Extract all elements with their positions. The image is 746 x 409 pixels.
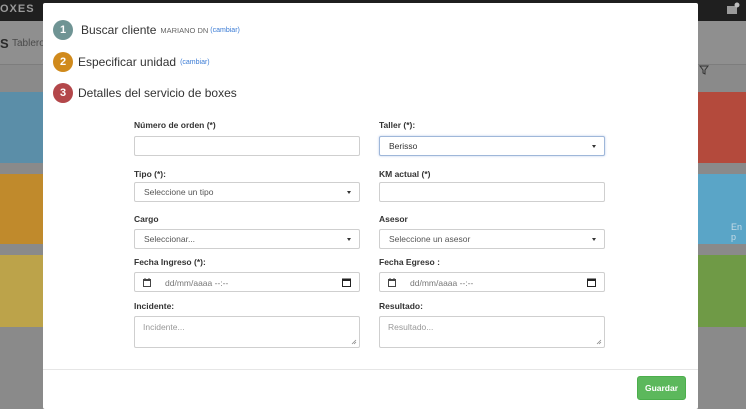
chevron-down-icon (347, 191, 351, 194)
background-tile-text: En p (731, 222, 743, 242)
orden-label: Número de orden (*) (134, 120, 216, 130)
background-tab-tablero[interactable]: Tablero (12, 38, 45, 49)
step-2-badge: 2 (53, 52, 73, 72)
step-3-title: Detalles del servicio de boxes (78, 86, 237, 100)
km-label: KM actual (*) (379, 169, 431, 179)
step-especificar-unidad: 2 Especificar unidad (cambiar) (53, 52, 210, 72)
asesor-select[interactable]: Seleccione un asesor (379, 229, 605, 249)
tipo-select-value: Seleccione un tipo (144, 187, 214, 197)
brand-logo-text: OXES (0, 3, 35, 15)
step-1-change-link[interactable]: (cambiar) (210, 27, 240, 34)
step-1-title: Buscar cliente (81, 23, 157, 37)
modal-footer-divider (43, 369, 698, 370)
step-detalles-servicio: 3 Detalles del servicio de boxes (53, 83, 237, 103)
calendar-icon (388, 278, 396, 287)
chevron-down-icon (347, 238, 351, 241)
incidente-placeholder: Incidente... (143, 322, 185, 332)
step-2-change-link[interactable]: (cambiar) (180, 59, 210, 66)
km-input[interactable] (379, 182, 605, 202)
incidente-textarea[interactable]: Incidente... (134, 316, 360, 348)
step-3-badge: 3 (53, 83, 73, 103)
resultado-textarea[interactable]: Resultado... (379, 316, 605, 348)
step-1-client-name: MARIANO DN (160, 25, 209, 35)
asesor-select-value: Seleccione un asesor (389, 234, 471, 244)
step-buscar-cliente: 1 Buscar cliente MARIANO DN (cambiar) (53, 20, 240, 40)
background-tile-blue (0, 92, 43, 163)
resize-grip-icon[interactable] (351, 339, 357, 345)
taller-select[interactable]: Berisso (379, 136, 605, 156)
cargo-select-value: Seleccionar... (144, 234, 196, 244)
background-tile-yellow (0, 255, 43, 327)
orden-input[interactable] (134, 136, 360, 156)
fecha-egreso-input[interactable]: dd/mm/aaaa --:-- (379, 272, 605, 292)
chevron-down-icon (592, 238, 596, 241)
tipo-label: Tipo (*): (134, 169, 166, 179)
taller-select-value: Berisso (389, 141, 418, 151)
tipo-select[interactable]: Seleccione un tipo (134, 182, 360, 202)
fecha-egreso-placeholder: dd/mm/aaaa --:-- (410, 278, 474, 288)
date-picker-icon[interactable] (587, 278, 596, 287)
resultado-placeholder: Resultado... (388, 322, 434, 332)
date-picker-icon[interactable] (342, 278, 351, 287)
background-tile-red (698, 92, 746, 163)
user-edit-icon[interactable] (726, 2, 740, 16)
fecha-egreso-label: Fecha Egreso : (379, 257, 440, 267)
background-tile-orange (0, 174, 43, 244)
resultado-label: Resultado: (379, 301, 423, 311)
filter-icon[interactable] (699, 65, 709, 75)
save-button[interactable]: Guardar (637, 376, 686, 400)
incidente-label: Incidente: (134, 301, 175, 311)
fecha-ingreso-label: Fecha Ingreso (*): (134, 257, 206, 267)
cargo-label: Cargo (134, 214, 159, 224)
step-1-badge: 1 (53, 20, 73, 40)
service-modal: 1 Buscar cliente MARIANO DN (cambiar) 2 … (43, 3, 698, 409)
fecha-ingreso-placeholder: dd/mm/aaaa --:-- (165, 278, 229, 288)
calendar-icon (143, 278, 151, 287)
background-tab-letter: S (0, 36, 9, 51)
background-tile-green (698, 255, 746, 327)
taller-label: Taller (*): (379, 120, 416, 130)
asesor-label: Asesor (379, 214, 408, 224)
chevron-down-icon (592, 145, 596, 148)
cargo-select[interactable]: Seleccionar... (134, 229, 360, 249)
fecha-ingreso-input[interactable]: dd/mm/aaaa --:-- (134, 272, 360, 292)
resize-grip-icon[interactable] (596, 339, 602, 345)
step-2-title: Especificar unidad (78, 55, 177, 69)
